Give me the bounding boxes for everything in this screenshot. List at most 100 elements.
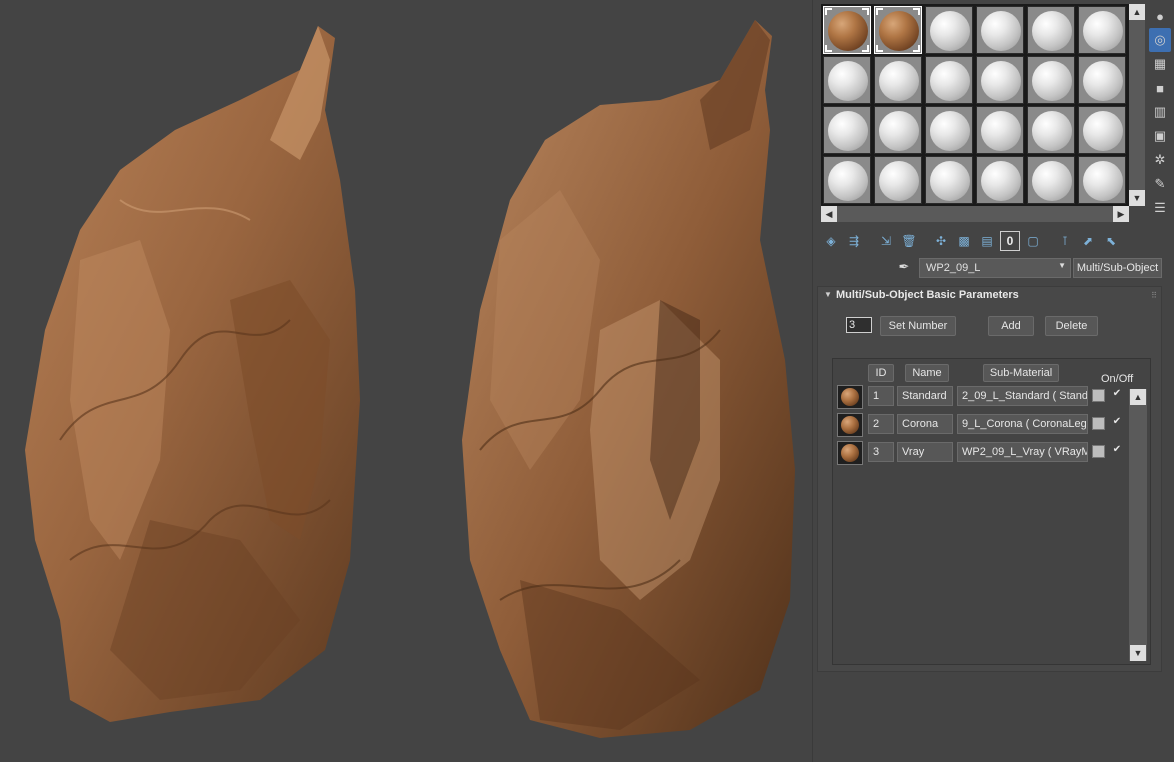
collapse-triangle-icon[interactable]: ▼ bbox=[824, 290, 832, 299]
go-forward-sibling-icon[interactable]: ⬉ bbox=[1101, 231, 1121, 251]
make-preview-icon[interactable]: ▣ bbox=[1149, 124, 1171, 148]
rollout-grip-icon[interactable]: ⠿ bbox=[1151, 291, 1157, 300]
material-sample-slot[interactable] bbox=[1027, 156, 1075, 204]
material-sample-slot[interactable] bbox=[823, 56, 871, 104]
sub-material-color-swatch[interactable] bbox=[1092, 417, 1105, 430]
material-sample-slot[interactable] bbox=[823, 106, 871, 154]
blank-sample-sphere bbox=[879, 111, 919, 151]
blank-sample-sphere bbox=[1083, 111, 1123, 151]
material-sample-slot[interactable] bbox=[874, 56, 922, 104]
blank-sample-sphere bbox=[1032, 11, 1072, 51]
chevron-down-icon[interactable]: ▼ bbox=[1058, 261, 1066, 270]
save-icon[interactable]: ▤ bbox=[977, 231, 997, 251]
put-to-library-icon[interactable]: ▩ bbox=[954, 231, 974, 251]
material-sample-slot[interactable] bbox=[874, 156, 922, 204]
sample-type-icon[interactable]: ● bbox=[1149, 4, 1171, 28]
add-button[interactable]: Add bbox=[988, 316, 1034, 336]
material-sample-slot[interactable] bbox=[976, 6, 1024, 54]
blank-sample-sphere bbox=[1083, 161, 1123, 201]
sub-material-row[interactable]: 1 Standard 2_09_L_Standard ( Standa ✔ bbox=[833, 384, 1133, 410]
put-to-scene-icon[interactable]: ⇶ bbox=[844, 231, 864, 251]
scroll-up-arrow-icon[interactable]: ▲ bbox=[1129, 4, 1145, 20]
material-map-navigator-icon[interactable]: ☰ bbox=[1149, 196, 1171, 220]
material-sample-slot[interactable] bbox=[925, 106, 973, 154]
rollout-header[interactable]: ▼ Multi/Sub-Object Basic Parameters ⠿ bbox=[818, 287, 1163, 305]
scroll-up-arrow-icon[interactable]: ▲ bbox=[1130, 389, 1146, 405]
material-sample-slot[interactable] bbox=[1078, 106, 1126, 154]
material-sample-slot[interactable] bbox=[925, 56, 973, 104]
sub-material-button[interactable]: 9_L_Corona ( CoronaLega bbox=[957, 414, 1088, 434]
material-id-channel-icon[interactable]: 0 bbox=[1000, 231, 1020, 251]
select-by-material-icon[interactable]: ✎ bbox=[1149, 172, 1171, 196]
material-type-button[interactable]: Multi/Sub-Object bbox=[1073, 258, 1162, 278]
material-sample-slot[interactable] bbox=[925, 6, 973, 54]
sub-material-name-field[interactable]: Corona bbox=[897, 414, 953, 434]
material-sample-slot[interactable] bbox=[874, 106, 922, 154]
options-icon[interactable]: ✲ bbox=[1149, 148, 1171, 172]
sub-material-thumbnail[interactable] bbox=[837, 441, 863, 465]
show-end-result-icon[interactable]: ⊺ bbox=[1055, 231, 1075, 251]
material-sample-slot[interactable] bbox=[925, 156, 973, 204]
sub-material-row[interactable]: 2 Corona 9_L_Corona ( CoronaLega ✔ bbox=[833, 412, 1133, 438]
sample-slots-horizontal-scrollbar[interactable]: ◀ ▶ bbox=[821, 206, 1129, 222]
material-sample-slot[interactable] bbox=[976, 156, 1024, 204]
show-shaded-icon[interactable]: ▢ bbox=[1023, 231, 1043, 251]
blank-sample-sphere bbox=[981, 111, 1021, 151]
material-sample-slot[interactable] bbox=[1078, 56, 1126, 104]
active-slot-corner bbox=[862, 45, 869, 52]
material-sample-slot[interactable] bbox=[874, 6, 922, 54]
sub-material-name-field[interactable]: Vray bbox=[897, 442, 953, 462]
material-sample-slot[interactable] bbox=[1027, 106, 1075, 154]
material-name-field[interactable]: WP2_09_L ▼ bbox=[919, 258, 1071, 278]
make-unique-icon[interactable]: ✣ bbox=[931, 231, 951, 251]
material-sample-slot[interactable] bbox=[1027, 6, 1075, 54]
assign-to-selection-icon[interactable]: ⇲ bbox=[876, 231, 896, 251]
material-sample-slot[interactable] bbox=[976, 56, 1024, 104]
material-sample-slot[interactable] bbox=[823, 6, 871, 54]
active-slot-corner bbox=[913, 45, 920, 52]
video-color-check-icon[interactable]: ▥ bbox=[1149, 100, 1171, 124]
reset-map-icon[interactable]: 🗑 bbox=[899, 231, 919, 251]
sub-material-table-scrollbar[interactable]: ▲ ▼ bbox=[1129, 389, 1147, 661]
side-toolbar: ● ◎ ▦ ■ ▥ ▣ ✲ ✎ ☰ bbox=[1149, 4, 1171, 220]
sub-material-name-field[interactable]: Standard bbox=[897, 386, 953, 406]
backlight-icon[interactable]: ◎ bbox=[1149, 28, 1171, 52]
material-sample-slot[interactable] bbox=[1078, 156, 1126, 204]
sub-material-color-swatch[interactable] bbox=[1092, 389, 1105, 402]
sub-material-column-header[interactable]: Sub-Material bbox=[983, 364, 1059, 382]
sub-material-thumbnail[interactable] bbox=[837, 385, 863, 409]
viewport-canvas bbox=[25, 20, 795, 738]
name-column-header[interactable]: Name bbox=[905, 364, 949, 382]
viewport[interactable] bbox=[0, 0, 812, 762]
set-number-button[interactable]: Set Number bbox=[880, 316, 956, 336]
scroll-right-arrow-icon[interactable]: ▶ bbox=[1113, 206, 1129, 222]
scroll-left-arrow-icon[interactable]: ◀ bbox=[821, 206, 837, 222]
on-off-checkbox[interactable]: ✔ bbox=[1111, 388, 1123, 400]
sub-material-button[interactable]: WP2_09_L_Vray ( VRayMtl bbox=[957, 442, 1088, 462]
material-sample-slot[interactable] bbox=[823, 156, 871, 204]
delete-button[interactable]: Delete bbox=[1045, 316, 1098, 336]
material-sample-slot[interactable] bbox=[1027, 56, 1075, 104]
material-preview-sphere bbox=[841, 444, 859, 462]
scroll-down-arrow-icon[interactable]: ▼ bbox=[1130, 645, 1146, 661]
rock-right[interactable] bbox=[462, 20, 795, 738]
background-checker-icon[interactable]: ▦ bbox=[1149, 52, 1171, 76]
scroll-down-arrow-icon[interactable]: ▼ bbox=[1129, 190, 1145, 206]
get-material-icon[interactable]: ◈ bbox=[821, 231, 841, 251]
sub-material-thumbnail[interactable] bbox=[837, 413, 863, 437]
rock-left[interactable] bbox=[25, 26, 360, 722]
sample-uv-tiling-icon[interactable]: ■ bbox=[1149, 76, 1171, 100]
sample-slots-vertical-scrollbar[interactable]: ▲ ▼ bbox=[1129, 4, 1145, 206]
sub-material-row[interactable]: 3 Vray WP2_09_L_Vray ( VRayMtl ✔ bbox=[833, 440, 1133, 466]
pick-material-eyedropper-icon[interactable]: ✒ bbox=[895, 259, 913, 277]
blank-sample-sphere bbox=[1083, 11, 1123, 51]
number-of-materials-input[interactable]: 3 bbox=[846, 317, 872, 333]
material-sample-slot[interactable] bbox=[976, 106, 1024, 154]
sub-material-color-swatch[interactable] bbox=[1092, 445, 1105, 458]
on-off-checkbox[interactable]: ✔ bbox=[1111, 444, 1123, 456]
on-off-checkbox[interactable]: ✔ bbox=[1111, 416, 1123, 428]
material-sample-slot[interactable] bbox=[1078, 6, 1126, 54]
id-column-header[interactable]: ID bbox=[868, 364, 894, 382]
go-to-parent-icon[interactable]: ⬈ bbox=[1078, 231, 1098, 251]
sub-material-button[interactable]: 2_09_L_Standard ( Standa bbox=[957, 386, 1088, 406]
